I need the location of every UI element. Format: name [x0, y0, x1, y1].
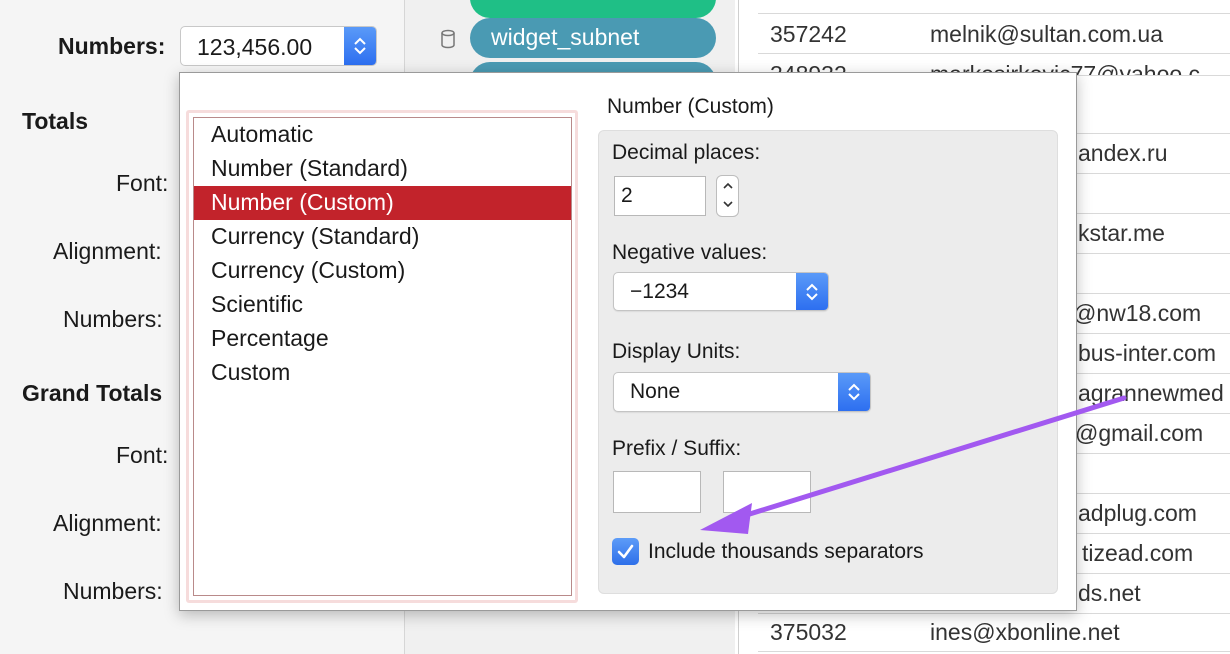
negative-values-dropdown[interactable]: −1234 [613, 272, 829, 311]
stepper-down-icon [723, 201, 733, 208]
email-fragment: bus-inter.com [1078, 340, 1217, 366]
pill-widget-subnet[interactable]: widget_subnet [470, 18, 716, 58]
dropdown-arrows-icon [344, 27, 376, 65]
decimal-places-input[interactable]: 2 [614, 176, 706, 216]
totals-heading: Totals [22, 108, 89, 134]
decimal-places-stepper[interactable] [716, 175, 739, 217]
display-units-label: Display Units: [612, 340, 741, 363]
display-units-value: None [630, 380, 681, 403]
negative-values-label: Negative values: [612, 241, 768, 264]
format-type-list[interactable]: Automatic Number (Standard) Number (Cust… [193, 117, 572, 596]
dropdown-arrows-icon [796, 273, 828, 310]
numbers-format-value: 123,456.00 [197, 34, 313, 60]
row-id: 375032 [770, 619, 847, 645]
prefix-input[interactable] [613, 471, 701, 513]
email-fragment: @nw18.com [1073, 300, 1202, 326]
checkmark-icon [617, 544, 634, 559]
format-type-item[interactable]: Percentage [194, 322, 571, 356]
format-type-item[interactable]: Scientific [194, 288, 571, 322]
format-type-item[interactable]: Currency (Custom) [194, 254, 571, 288]
grand-totals-alignment-label: Alignment: [53, 510, 162, 536]
numbers-format-dropdown[interactable]: 123,456.00 [180, 26, 377, 66]
format-type-title: Number (Custom) [607, 95, 774, 118]
row-id: 357242 [770, 21, 847, 47]
table-row: 375032 ines@xbonline.net [758, 612, 1230, 652]
email-fragment: andex.ru [1078, 140, 1168, 166]
grand-totals-numbers-label: Numbers: [63, 578, 163, 604]
thousands-separator-checkbox[interactable] [612, 538, 639, 565]
table-row [758, 0, 1230, 14]
suffix-input[interactable] [723, 471, 811, 513]
stepper-up-icon [723, 182, 733, 189]
row-email: ines@xbonline.net [930, 619, 1120, 645]
negative-values-value: −1234 [630, 280, 689, 303]
table-row: 357242 melnik@sultan.com.ua [758, 14, 1230, 54]
grand-totals-heading: Grand Totals [22, 380, 163, 406]
email-fragment: kstar.me [1078, 220, 1165, 246]
email-fragment: @gmail.com [1075, 420, 1204, 446]
format-type-item-selected[interactable]: Number (Custom) [194, 186, 571, 220]
thousands-separator-label: Include thousands separators [648, 540, 924, 563]
pill-top[interactable] [470, 0, 716, 18]
display-units-dropdown[interactable]: None [613, 372, 871, 412]
email-fragment: agrannewmed [1078, 380, 1224, 406]
format-type-item[interactable]: Custom [194, 356, 571, 390]
database-icon [441, 29, 455, 49]
decimal-places-value: 2 [621, 184, 633, 207]
format-type-item[interactable]: Automatic [194, 118, 571, 152]
format-type-item[interactable]: Currency (Standard) [194, 220, 571, 254]
email-fragment: tizead.com [1082, 540, 1194, 566]
decimal-places-label: Decimal places: [612, 141, 761, 164]
totals-numbers-label: Numbers: [63, 306, 163, 332]
email-fragment: adplug.com [1078, 500, 1197, 526]
dropdown-arrows-icon [838, 373, 870, 411]
row-email: melnik@sultan.com.ua [930, 21, 1163, 47]
numbers-label: Numbers: [58, 33, 166, 59]
totals-alignment-label: Alignment: [53, 238, 162, 264]
format-type-item[interactable]: Number (Standard) [194, 152, 571, 186]
totals-font-label: Font: [116, 170, 169, 196]
grand-totals-font-label: Font: [116, 442, 169, 468]
email-fragment: ds.net [1078, 580, 1141, 606]
prefix-suffix-label: Prefix / Suffix: [612, 437, 742, 460]
